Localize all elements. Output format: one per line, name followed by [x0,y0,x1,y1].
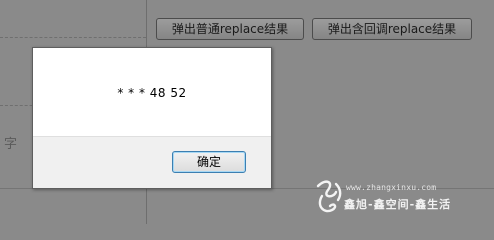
alert-dialog-body: * * * 48 52 [33,48,271,136]
alert-message: * * * 48 52 [117,86,187,100]
background-dotted-line [0,37,146,38]
show-plain-replace-button[interactable]: 弹出普通replace结果 [156,18,304,40]
show-callback-replace-button[interactable]: 弹出含回调replace结果 [312,18,472,40]
watermark-swirl-icon [316,180,342,213]
watermark-slogan: 鑫旭-鑫空间-鑫生活 [344,198,452,211]
background-partial-text: 字 [4,137,18,152]
ok-button[interactable]: 确定 [172,151,246,173]
alert-dialog-footer: 确定 [33,136,271,188]
alert-dialog: * * * 48 52 确定 [32,47,272,189]
watermark-url: www.zhangxinxu.com [346,183,437,192]
